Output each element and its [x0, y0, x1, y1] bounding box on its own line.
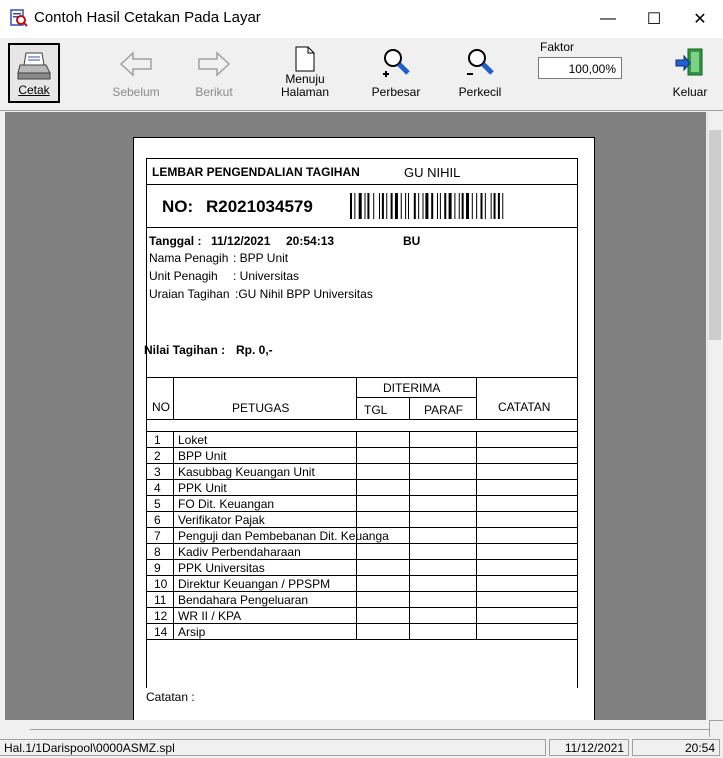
toolbar-divider [0, 110, 723, 111]
table-row-number: 1 [154, 433, 161, 447]
table-row-officer: BPP Unit [178, 449, 227, 463]
table-row-officer: Bendahara Pengeluaran [178, 593, 309, 607]
column-header-notes: CATATAN [498, 400, 551, 414]
go-to-page-button[interactable]: Menuju Halaman [270, 43, 340, 103]
table-row-number: 7 [154, 529, 161, 543]
table-row-officer: PPK Universitas [178, 561, 265, 575]
zoom-factor-label: Faktor [540, 40, 575, 54]
arrow-left-icon [119, 51, 152, 77]
table-row-number: 6 [154, 513, 161, 527]
exit-door-icon [675, 48, 703, 76]
document-title: LEMBAR PENGENDALIAN TAGIHAN [152, 165, 360, 179]
collector-name-value: : BPP Unit [233, 251, 289, 265]
title-bar: Contoh Hasil Cetakan Pada Layar — ☐ ✕ [0, 0, 723, 38]
column-header-officer: PETUGAS [232, 401, 290, 415]
table-row-number: 12 [154, 609, 168, 623]
arrow-right-icon [198, 51, 231, 77]
description-value: :GU Nihil BPP Universitas [235, 287, 373, 301]
table-row-officer: Loket [178, 433, 208, 447]
table-row-number: 4 [154, 481, 161, 495]
status-date: 11/12/2021 [549, 739, 629, 756]
number-label: NO: [162, 197, 194, 216]
printed-page: LEMBAR PENGENDALIAN TAGIHAN GU NIHIL NO:… [133, 137, 595, 720]
collector-name-label: Nama Penagih [149, 251, 229, 265]
table-row-officer: Penguji dan Pembebanan Dit. Keuanga [178, 529, 389, 543]
zoom-in-button[interactable]: Perbesar [362, 43, 430, 103]
date-label: Tanggal : [149, 234, 202, 248]
table-row-number: 10 [154, 577, 168, 591]
date-value: 11/12/2021 [211, 234, 271, 248]
table-row-officer: Kadiv Perbendaharaan [178, 545, 301, 559]
collector-unit-value: : Universitas [233, 269, 300, 283]
zoom-in-icon [383, 49, 410, 77]
table-row-officer: Direktur Keuangan / PPSPM [178, 577, 331, 591]
next-page-button[interactable]: Berikut [186, 43, 242, 103]
table-row-number: 8 [154, 545, 161, 559]
time-value: 20:54:13 [286, 234, 335, 248]
number-value: R2021034579 [206, 197, 313, 216]
previous-page-button[interactable]: Sebelum [108, 43, 164, 103]
zoom-out-button[interactable]: Perkecil [446, 43, 514, 103]
notes-footer-label: Catatan : [146, 690, 195, 704]
zoom-factor-input[interactable]: 100,00% [538, 57, 622, 79]
table-row-officer: Arsip [178, 625, 206, 639]
description-label: Uraian Tagihan [149, 287, 230, 301]
table-row-number: 3 [154, 465, 161, 479]
horizontal-scrollbar[interactable] [5, 720, 706, 736]
table-row-number: 11 [154, 593, 167, 607]
scrollbar-corner [709, 720, 723, 737]
print-preview-app-icon [10, 9, 28, 27]
document-type: GU NIHIL [404, 165, 461, 180]
vertical-scrollbar-thumb[interactable] [709, 130, 721, 340]
column-header-received: DITERIMA [383, 381, 441, 395]
code-value: BU [403, 234, 421, 248]
print-button[interactable]: Cetak [8, 43, 60, 103]
preview-viewport: LEMBAR PENGENDALIAN TAGIHAN GU NIHIL NO:… [5, 112, 706, 720]
status-file: Hal.1/1Darispool\0000ASMZ.spl [0, 739, 546, 756]
table-row-number: 14 [154, 625, 168, 639]
horizontal-scrollbar-track [30, 729, 710, 730]
amount-label: Nilai Tagihan : [144, 343, 226, 357]
table-row-number: 5 [154, 497, 161, 511]
minimize-button[interactable]: — [585, 0, 631, 38]
exit-button[interactable]: Keluar [664, 43, 716, 103]
column-header-initials: PARAF [424, 403, 464, 417]
table-row-officer: WR II / KPA [178, 609, 242, 623]
maximize-button[interactable]: ☐ [631, 0, 677, 38]
table-row-officer: Kasubbag Keuangan Unit [178, 465, 315, 479]
window-title: Contoh Hasil Cetakan Pada Layar [34, 9, 261, 26]
status-time: 20:54 [632, 739, 720, 756]
collector-unit-label: Unit Penagih [149, 269, 218, 283]
barcode [350, 193, 504, 219]
printer-icon [17, 52, 51, 80]
table-row-number: 2 [154, 449, 161, 463]
table-row-officer: PPK Unit [178, 481, 227, 495]
amount-value: Rp. 0,- [236, 343, 273, 357]
close-button[interactable]: ✕ [677, 0, 723, 38]
column-header-date: TGL [364, 403, 388, 417]
page-icon [295, 46, 315, 72]
table-row-officer: Verifikator Pajak [178, 513, 265, 527]
zoom-out-icon [467, 49, 494, 75]
table-row-number: 9 [154, 561, 161, 575]
table-row-officer: FO Dit. Keuangan [178, 497, 275, 511]
status-bar: Hal.1/1Darispool\0000ASMZ.spl 11/12/2021… [0, 737, 723, 758]
column-header-no: NO [152, 400, 170, 414]
